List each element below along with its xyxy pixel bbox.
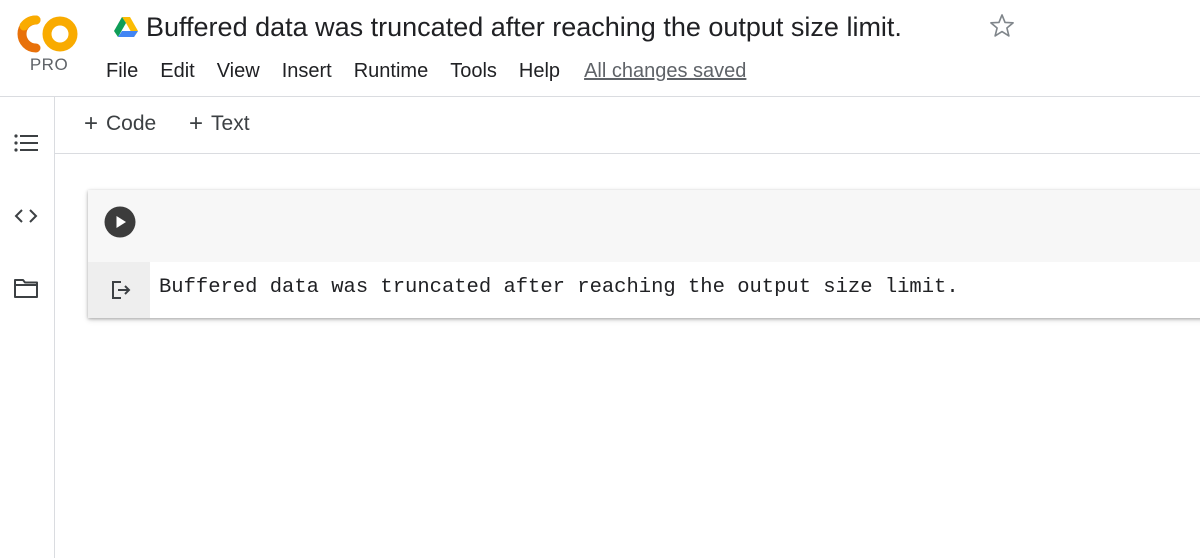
cell-output: Buffered data was truncated after reachi… (88, 262, 1200, 318)
output-gutter (88, 262, 150, 318)
menu-view[interactable]: View (206, 60, 271, 83)
add-code-cell-button[interactable]: + Code (84, 110, 156, 138)
header: PRO Buffered data was truncated after re… (0, 0, 1200, 97)
left-sidebar (0, 97, 55, 558)
title-row: Buffered data was truncated after reachi… (114, 9, 902, 45)
output-text: Buffered data was truncated after reachi… (159, 276, 959, 299)
menu-edit[interactable]: Edit (149, 60, 205, 83)
add-text-cell-button[interactable]: + Text (189, 110, 250, 138)
menu-help[interactable]: Help (508, 60, 571, 83)
table-of-contents-icon[interactable] (12, 129, 40, 157)
google-drive-icon (114, 17, 138, 37)
notebook-toolbar: + Code + Text (55, 97, 1200, 154)
star-icon[interactable] (988, 12, 1016, 40)
menu-tools[interactable]: Tools (439, 60, 508, 83)
add-text-label: Text (211, 112, 250, 135)
menu-insert[interactable]: Insert (271, 60, 343, 83)
colab-window: PRO Buffered data was truncated after re… (0, 0, 1200, 558)
save-status-link[interactable]: All changes saved (584, 60, 746, 83)
run-cell-button[interactable] (104, 206, 136, 238)
add-code-label: Code (106, 112, 157, 135)
code-cell[interactable]: Buffered data was truncated after reachi… (88, 190, 1200, 318)
plus-icon: + (189, 110, 204, 137)
plan-label: PRO (29, 55, 69, 74)
files-folder-icon[interactable] (12, 274, 40, 302)
menu-bar: File Edit View Insert Runtime Tools Help… (95, 57, 746, 85)
plus-icon: + (84, 110, 99, 137)
code-snippets-icon[interactable] (12, 202, 40, 230)
colab-logo-icon (17, 15, 78, 53)
notebook-title[interactable]: Buffered data was truncated after reachi… (146, 12, 902, 43)
menu-file[interactable]: File (95, 60, 149, 83)
clear-output-icon[interactable] (108, 278, 132, 302)
menu-runtime[interactable]: Runtime (343, 60, 439, 83)
